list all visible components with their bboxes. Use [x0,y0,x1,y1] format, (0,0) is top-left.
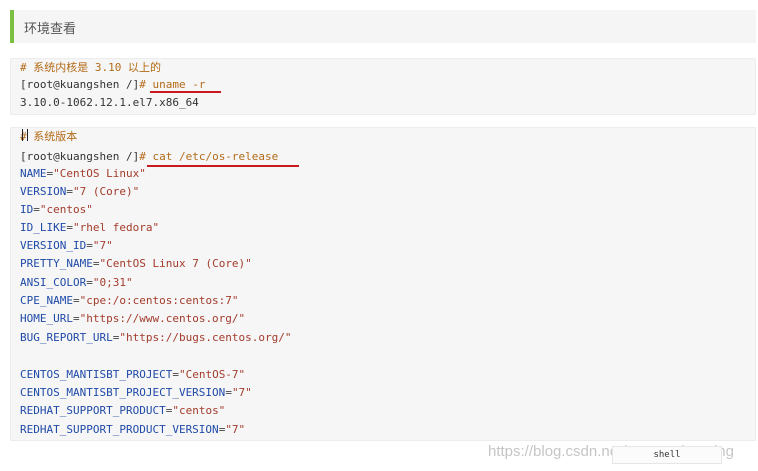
os-release-key: CENTOS_MANTISBT_PROJECT_VERSION [20,386,226,399]
text-cursor-icon [22,129,28,141]
os-release-key: CPE_NAME [20,294,73,307]
os-release-key: CENTOS_MANTISBT_PROJECT [20,368,173,381]
os-release-line: REDHAT_SUPPORT_PRODUCT="centos" [20,404,225,418]
os-release-key: BUG_REPORT_URL [20,331,113,344]
os-release-value: "7" [92,239,113,252]
os-release-line: CENTOS_MANTISBT_PROJECT_VERSION="7" [20,386,252,400]
code-block-kernel: # 系统内核是 3.10 以上的 [root@kuangshen /]# una… [10,58,756,115]
os-release-value: "CentOS Linux" [53,167,146,180]
os-release-line: HOME_URL="https://www.centos.org/" [20,312,245,326]
os-release-value: "centos" [172,404,226,417]
os-release-key: VERSION_ID [20,239,87,252]
os-release-line: CENTOS_MANTISBT_PROJECT="CentOS-7" [20,368,245,382]
os-release-value: "cpe:/o:centos:centos:7" [79,294,239,307]
code-output: 3.10.0-1062.12.1.el7.x86_64 [20,96,199,109]
os-release-line: CPE_NAME="cpe:/o:centos:centos:7" [20,294,239,308]
code-command-line: [root@kuangshen /]# cat /etc/os-release [20,150,278,164]
code-language-label[interactable]: shell [612,446,722,464]
os-release-value: "7" [231,386,252,399]
os-release-line: VERSION="7 (Core)" [20,185,139,199]
code-block-os-release: # 系统版本 [root@kuangshen /]# cat /etc/os-r… [10,127,756,441]
equals-sign: = [172,368,179,381]
code-command-line: [root@kuangshen /]# uname -r [20,78,205,92]
os-release-line: VERSION_ID="7" [20,239,113,253]
os-release-key: REDHAT_SUPPORT_PRODUCT [20,404,166,417]
equals-sign: = [66,221,73,234]
os-release-value: "7 (Core)" [72,185,140,198]
section-heading-text: 环境查看 [24,22,77,37]
os-release-key: NAME [20,167,47,180]
os-release-key: ID [20,203,34,216]
os-release-value: "CentOS-7" [178,368,246,381]
red-underline [150,91,221,93]
os-release-key: PRETTY_NAME [20,257,93,270]
os-release-line: BUG_REPORT_URL="https://bugs.centos.org/… [20,331,292,345]
os-release-value: "centos" [39,203,93,216]
shell-prompt: [root@kuangshen /] [20,150,140,163]
code-comment: # 系统版本 [20,130,78,143]
os-release-value: "CentOS Linux 7 (Core)" [99,257,252,270]
equals-sign: = [72,294,80,307]
os-release-line: ID_LIKE="rhel fedora" [20,221,159,235]
os-release-value: "https://bugs.centos.org/" [119,331,292,344]
os-release-key: VERSION [20,185,67,198]
equals-sign: = [33,203,40,216]
equals-sign: = [86,239,93,252]
red-underline [147,165,299,167]
equals-sign: = [72,312,80,325]
equals-sign: = [86,276,93,289]
os-release-value: "7" [225,423,246,436]
shell-command: # uname -r [139,78,206,91]
shell-command: # cat /etc/os-release [139,150,279,163]
os-release-value: "rhel fedora" [72,221,160,234]
os-release-line: ANSI_COLOR="0;31" [20,276,133,290]
os-release-key: ID_LIKE [20,221,67,234]
os-release-value: "0;31" [92,276,133,289]
shell-prompt: [root@kuangshen /] [20,78,140,91]
os-release-key: ANSI_COLOR [20,276,87,289]
code-comment: # 系统内核是 3.10 以上的 [20,61,161,74]
section-heading: 环境查看 [10,10,756,43]
os-release-line: NAME="CentOS Linux" [20,167,146,181]
equals-sign: = [225,386,232,399]
os-release-key: REDHAT_SUPPORT_PRODUCT_VERSION [20,423,219,436]
os-release-value: "https://www.centos.org/" [79,312,246,325]
os-release-line: PRETTY_NAME="CentOS Linux 7 (Core)" [20,257,252,271]
os-release-line: REDHAT_SUPPORT_PRODUCT_VERSION="7" [20,423,245,437]
equals-sign: = [66,185,73,198]
os-release-key: HOME_URL [20,312,73,325]
os-release-line: ID="centos" [20,203,93,217]
